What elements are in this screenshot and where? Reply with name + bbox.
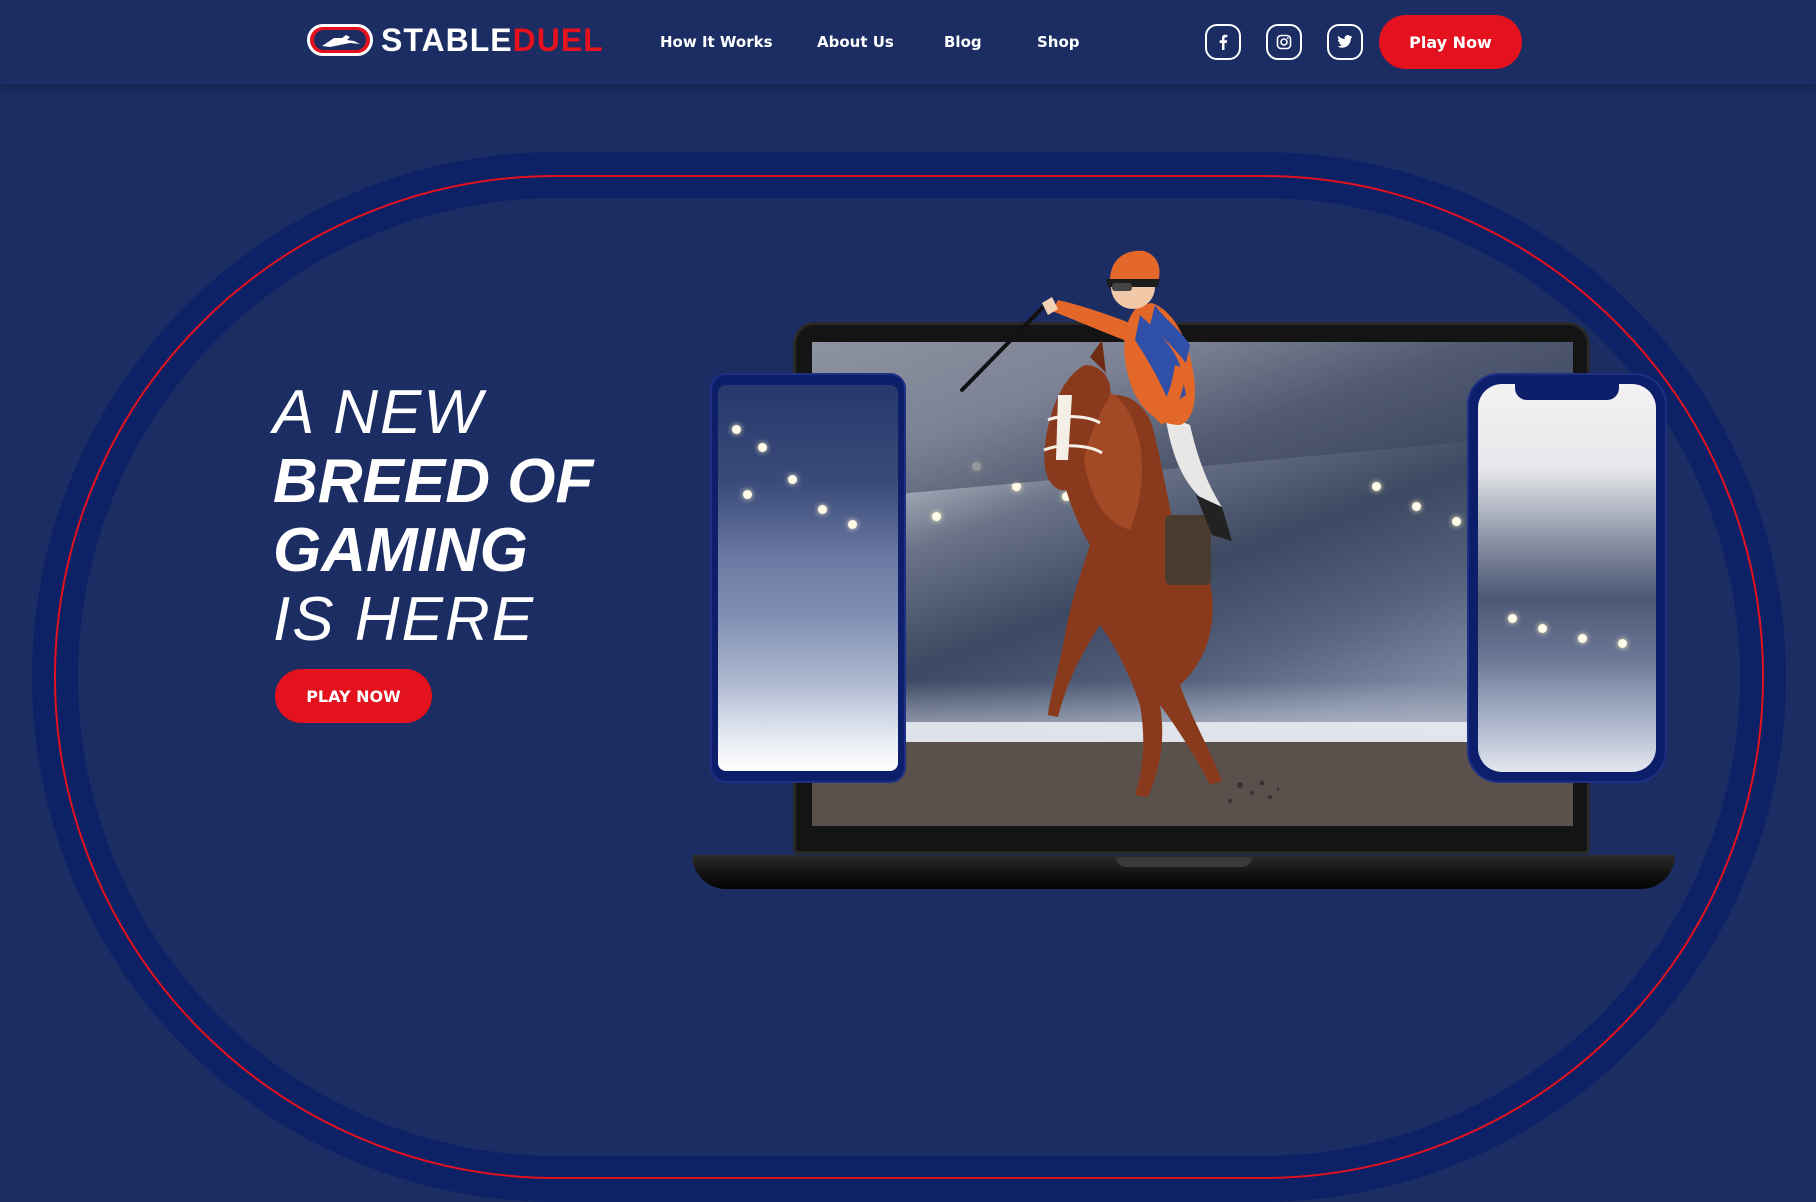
instagram-icon[interactable] <box>1266 24 1302 60</box>
site-header: STABLEDUEL How It Works About Us Blog Sh… <box>0 0 1816 84</box>
horse-logo-icon <box>307 24 373 56</box>
phone-left-frame <box>710 373 906 783</box>
hero-line-4: IS HERE <box>273 585 536 654</box>
hero-line-3: GAMING <box>273 516 528 585</box>
hero-headline: A NEW BREED OF GAMING IS HERE <box>273 378 593 654</box>
logo-wordmark-duel: DUEL <box>512 22 604 58</box>
hero-line-2: BREED OF <box>273 447 594 516</box>
nav-shop[interactable]: Shop <box>1037 32 1080 52</box>
phone-notch <box>1515 384 1619 400</box>
phone-right-screen-image <box>1478 384 1656 772</box>
header-play-now-button[interactable]: Play Now <box>1379 15 1522 69</box>
phone-right-frame <box>1467 373 1667 783</box>
phone-left-screen-image <box>718 385 898 771</box>
logo-wordmark: STABLEDUEL <box>381 22 604 58</box>
horse-jockey-illustration <box>960 250 1280 803</box>
nav-about-us[interactable]: About Us <box>817 32 894 52</box>
logo-wordmark-stable: STABLE <box>381 22 513 58</box>
twitter-icon[interactable] <box>1327 24 1363 60</box>
hero-line-1: A NEW <box>273 378 484 447</box>
facebook-icon[interactable] <box>1205 24 1241 60</box>
laptop-notch <box>1116 857 1252 867</box>
nav-blog[interactable]: Blog <box>944 32 982 52</box>
stableduel-logo[interactable]: STABLEDUEL <box>307 22 604 58</box>
nav-how-it-works[interactable]: How It Works <box>660 32 773 52</box>
hero-play-now-button[interactable]: PLAY NOW <box>275 669 432 723</box>
